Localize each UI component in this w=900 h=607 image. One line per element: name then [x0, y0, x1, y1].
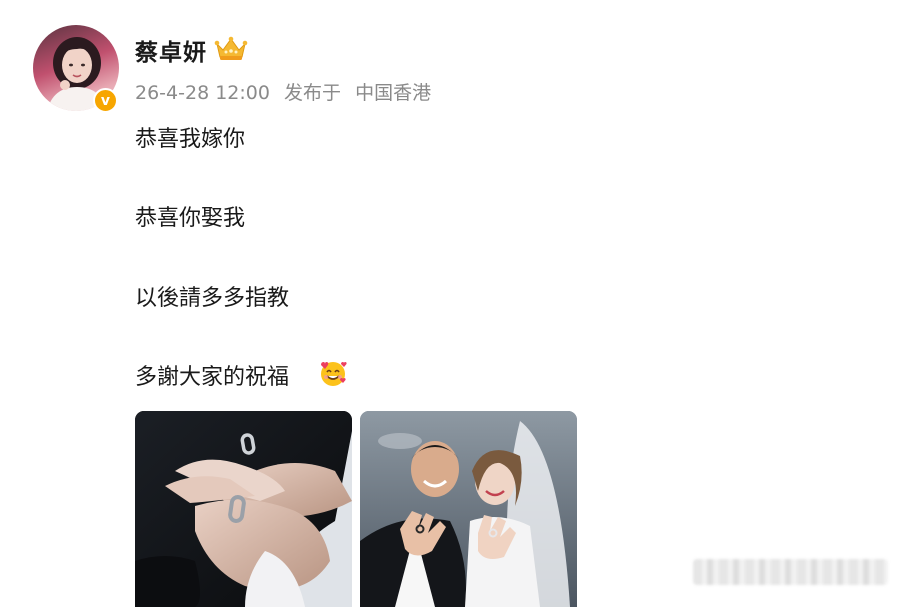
post-text-line-2: 恭喜你娶我 [135, 206, 246, 231]
post-text-line-4: 多謝大家的祝福 [135, 365, 290, 390]
photo-hands-image [135, 411, 352, 607]
crown-member-icon[interactable] [214, 35, 248, 63]
smiling-face-with-hearts-icon [321, 362, 347, 386]
photo-wedding-couple[interactable] [360, 411, 577, 607]
user-name[interactable]: 蔡卓妍 [135, 33, 207, 67]
photo-hands-with-rings[interactable] [135, 411, 352, 607]
post-text-line-3: 以後請多多指教 [135, 286, 290, 311]
post-timestamp[interactable]: 26-4-28 12:00 [135, 82, 270, 104]
post-text-line-1: 恭喜我嫁你 [135, 127, 246, 152]
location-prefix: 发布于 [284, 82, 342, 104]
verified-mark: v [100, 92, 111, 109]
post-meta: 26-4-28 12:00 发布于 中国香港 [135, 78, 431, 105]
post-location: 中国香港 [355, 82, 432, 104]
photo-couple-image [360, 411, 577, 607]
blurred-watermark [693, 559, 888, 585]
verified-icon: v [93, 88, 118, 113]
